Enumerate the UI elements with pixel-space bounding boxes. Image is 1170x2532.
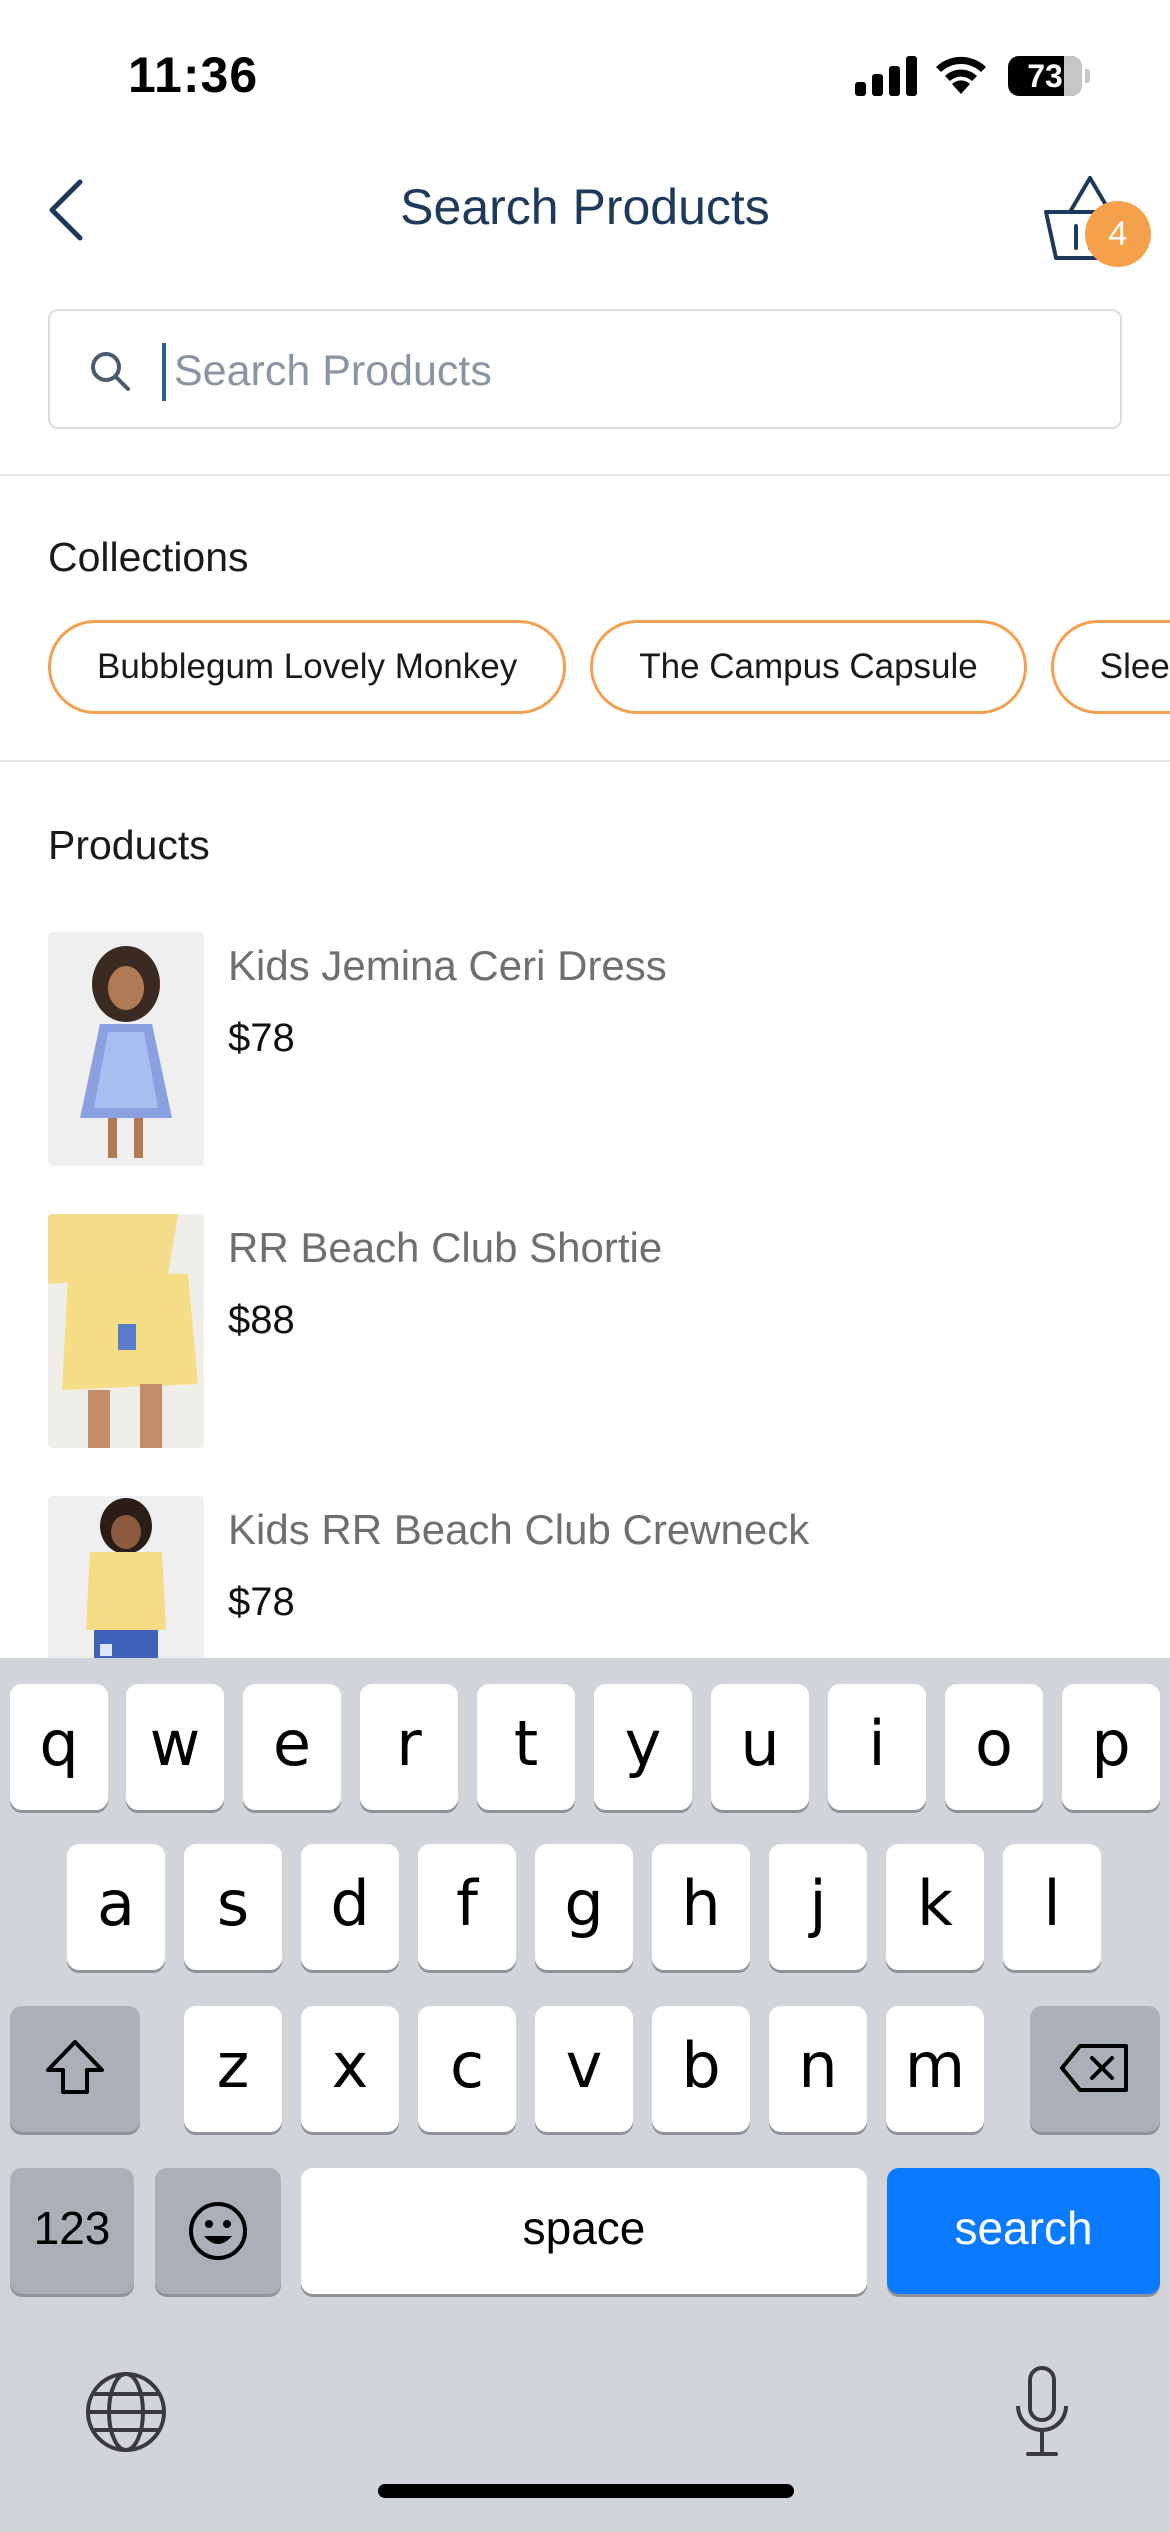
shift-arrow-icon [46, 2040, 104, 2094]
globe-icon[interactable] [82, 2368, 170, 2456]
search-box[interactable] [48, 309, 1122, 429]
home-indicator[interactable] [378, 2484, 794, 2498]
collections-list: Bubblegum Lovely Monkey The Campus Capsul… [48, 620, 1170, 716]
key-y[interactable]: y [594, 1684, 692, 1810]
backspace-icon [1060, 2044, 1128, 2092]
product-image [48, 1214, 204, 1448]
search-key[interactable]: search [887, 2168, 1160, 2294]
key-w[interactable]: w [126, 1684, 224, 1810]
key-m[interactable]: m [886, 2006, 984, 2132]
key-f[interactable]: f [418, 1844, 516, 1970]
key-c[interactable]: c [418, 2006, 516, 2132]
product-row[interactable]: RR Beach Club Shortie $88 [48, 1214, 1148, 1450]
status-time: 11:36 [128, 47, 259, 103]
numbers-key[interactable]: 123 [10, 2168, 134, 2294]
key-p[interactable]: p [1062, 1684, 1160, 1810]
divider [0, 760, 1170, 762]
collection-chip[interactable]: Bubblegum Lovely Monkey [48, 620, 567, 714]
space-key[interactable]: space [301, 2168, 867, 2294]
key-k[interactable]: k [886, 1844, 984, 1970]
key-d[interactable]: d [301, 1844, 399, 1970]
product-name: Kids Jemina Ceri Dress [228, 942, 667, 989]
status-bar: 11:36 73 [0, 0, 1170, 150]
product-name: Kids RR Beach Club Crewneck [228, 1506, 810, 1553]
key-x[interactable]: x [301, 2006, 399, 2132]
product-price: $78 [228, 1016, 295, 1060]
key-s[interactable]: s [184, 1844, 282, 1970]
delete-key[interactable] [1030, 2006, 1160, 2132]
key-v[interactable]: v [535, 2006, 633, 2132]
product-price: $78 [228, 1580, 295, 1624]
key-a[interactable]: a [67, 1844, 165, 1970]
page-title: Search Products [400, 179, 770, 235]
emoji-icon [189, 2202, 247, 2260]
divider [0, 474, 1170, 476]
microphone-icon[interactable] [1010, 2362, 1074, 2462]
shift-key[interactable] [10, 2006, 140, 2132]
key-o[interactable]: o [945, 1684, 1043, 1810]
text-cursor [162, 343, 166, 401]
product-row[interactable]: Kids Jemina Ceri Dress $78 [48, 932, 1148, 1168]
emoji-key[interactable] [155, 2168, 281, 2294]
battery-level: 73 [1027, 58, 1063, 94]
cellular-signal-icon [855, 56, 917, 96]
key-r[interactable]: r [360, 1684, 458, 1810]
product-image [48, 932, 204, 1166]
key-e[interactable]: e [243, 1684, 341, 1810]
onscreen-keyboard: q w e r t y u i o p a s d f g h j k l z … [0, 1658, 1170, 2532]
key-z[interactable]: z [184, 2006, 282, 2132]
collection-chip[interactable]: Slee [1050, 620, 1170, 714]
key-h[interactable]: h [652, 1844, 750, 1970]
product-price: $88 [228, 1298, 295, 1342]
nav-header: Search Products [0, 150, 1170, 270]
product-name: RR Beach Club Shortie [228, 1224, 663, 1271]
cart-count-badge: 4 [1085, 201, 1151, 267]
key-g[interactable]: g [535, 1844, 633, 1970]
key-i[interactable]: i [828, 1684, 926, 1810]
key-l[interactable]: l [1003, 1844, 1101, 1970]
key-n[interactable]: n [769, 2006, 867, 2132]
collection-chip[interactable]: The Campus Capsule [590, 620, 1027, 714]
wifi-icon [936, 56, 986, 94]
key-u[interactable]: u [711, 1684, 809, 1810]
key-t[interactable]: t [477, 1684, 575, 1810]
search-input[interactable] [174, 339, 1074, 403]
key-q[interactable]: q [10, 1684, 108, 1810]
search-icon [91, 352, 130, 391]
products-heading: Products [48, 822, 210, 868]
key-j[interactable]: j [769, 1844, 867, 1970]
battery-icon: 73 [1008, 56, 1090, 96]
key-b[interactable]: b [652, 2006, 750, 2132]
collections-heading: Collections [48, 534, 249, 580]
